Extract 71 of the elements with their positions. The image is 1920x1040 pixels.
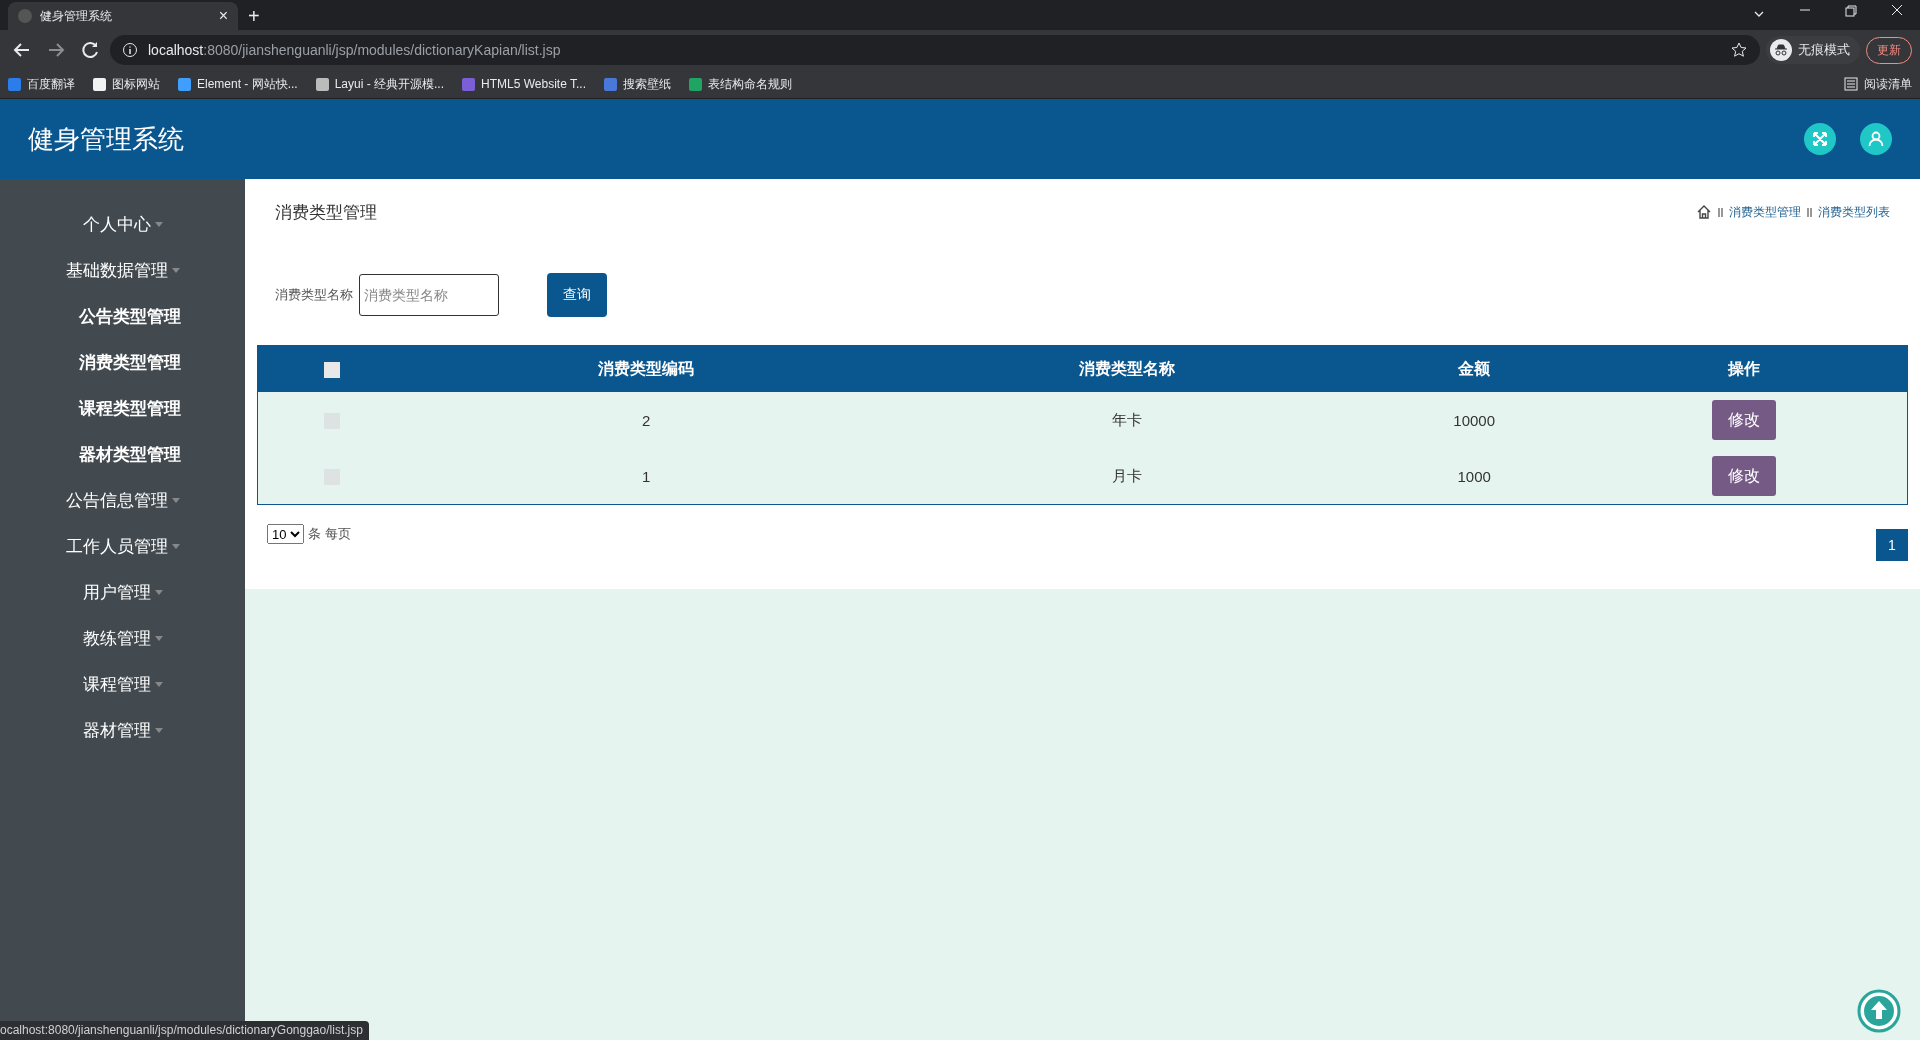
table-cell: 10000 [1367, 392, 1582, 448]
caret-icon [171, 543, 180, 549]
select-all-checkbox[interactable] [324, 361, 340, 378]
user-button[interactable] [1860, 123, 1892, 155]
caret-icon [154, 221, 163, 227]
search-field[interactable]: 消费类型名称 [359, 274, 499, 316]
table-cell: 年卡 [886, 392, 1368, 448]
column-header: 操作 [1581, 345, 1908, 392]
page-title: 消费类型管理 [275, 201, 377, 224]
bookmark[interactable]: 图标网站 [93, 75, 160, 93]
caret-icon [154, 727, 163, 733]
page-button[interactable]: 1 [1876, 529, 1908, 561]
address-bar[interactable]: localhost:8080/jianshenguanli/jsp/modules/dictionaryKapian/list.jsp [110, 35, 1760, 65]
search-label: 消费类型名称 [275, 286, 353, 304]
sidebar-subitem[interactable]: 消费类型管理 [0, 339, 245, 385]
edit-button[interactable]: 修改 [1712, 456, 1777, 496]
browser-tab[interactable]: 健身管理系统 × [8, 2, 238, 30]
bookmark[interactable]: Layui - 经典开源模... [315, 75, 445, 93]
status-bar-url: ocalhost:8080/jianshenguanli/jsp/modules/dictionaryGonggao/list.jsp [0, 1021, 369, 1040]
tab-close-button[interactable]: × [218, 7, 228, 25]
sidebar-subitem[interactable]: 器材类型管理 [0, 431, 245, 477]
expand-arrows-icon [1810, 129, 1830, 149]
edit-button[interactable]: 修改 [1712, 400, 1777, 440]
sidebar-item[interactable]: 基础数据管理 [0, 247, 245, 293]
star-icon[interactable] [1730, 41, 1748, 59]
sidebar-subitem[interactable]: 公告类型管理 [0, 293, 245, 339]
scroll-top-button[interactable] [1856, 988, 1902, 1034]
new-tab-button[interactable]: + [248, 5, 260, 28]
caret-icon [154, 681, 163, 687]
incognito-icon [1770, 39, 1792, 61]
sidebar-item[interactable]: 器材管理 [0, 707, 245, 753]
page-size-label: 条 每页 [308, 525, 351, 543]
search-button[interactable]: 查询 [547, 273, 607, 317]
column-header: 消费类型名称 [886, 345, 1368, 392]
sidebar-item[interactable]: 用户管理 [0, 569, 245, 615]
bookmark[interactable]: 搜索壁纸 [604, 75, 671, 93]
fullscreen-button[interactable] [1804, 123, 1836, 155]
caret-icon [154, 589, 163, 595]
app-title: 健身管理系统 [28, 122, 184, 156]
sidebar-item[interactable]: 教练管理 [0, 615, 245, 661]
table-cell: 2 [406, 392, 887, 448]
table-cell: 1000 [1367, 448, 1582, 505]
sidebar-item[interactable]: 课程管理 [0, 661, 245, 707]
url-text: localhost:8080/jianshenguanli/jsp/modules/dictionaryKapian/list.jsp [148, 42, 561, 58]
bookmark[interactable]: HTML5 Website T... [462, 77, 586, 91]
reading-list-button[interactable]: 阅读清单 [1844, 75, 1912, 93]
breadcrumb-link[interactable]: 消费类型列表 [1818, 203, 1890, 221]
info-icon[interactable] [122, 42, 138, 58]
page-size-select[interactable]: 10 [267, 524, 304, 544]
bookmark[interactable]: 表结构命名规则 [689, 75, 792, 93]
sidebar-item[interactable]: 公告信息管理 [0, 477, 245, 523]
caret-icon [171, 267, 180, 273]
home-icon[interactable] [1696, 204, 1712, 220]
breadcrumb-link[interactable]: 消费类型管理 [1729, 203, 1801, 221]
column-header: 金额 [1367, 345, 1582, 392]
list-icon [1844, 77, 1858, 91]
caret-icon [171, 497, 180, 503]
table-cell: 1 [406, 448, 887, 505]
user-icon [1866, 129, 1886, 149]
sidebar-subitem[interactable]: 课程类型管理 [0, 385, 245, 431]
caret-icon [154, 635, 163, 641]
bookmark[interactable]: Element - 网站快... [178, 75, 298, 93]
column-header: 消费类型编码 [406, 345, 887, 392]
sidebar-item[interactable]: 工作人员管理 [0, 523, 245, 569]
sidebar-item[interactable]: 个人中心 [0, 201, 245, 247]
separator-icon [1718, 207, 1723, 217]
incognito-badge[interactable]: 无痕模式 [1766, 36, 1860, 64]
table-cell: 月卡 [886, 448, 1368, 505]
bookmark[interactable]: 百度翻译 [8, 75, 75, 93]
separator-icon [1807, 207, 1812, 217]
favicon-icon [18, 9, 32, 23]
